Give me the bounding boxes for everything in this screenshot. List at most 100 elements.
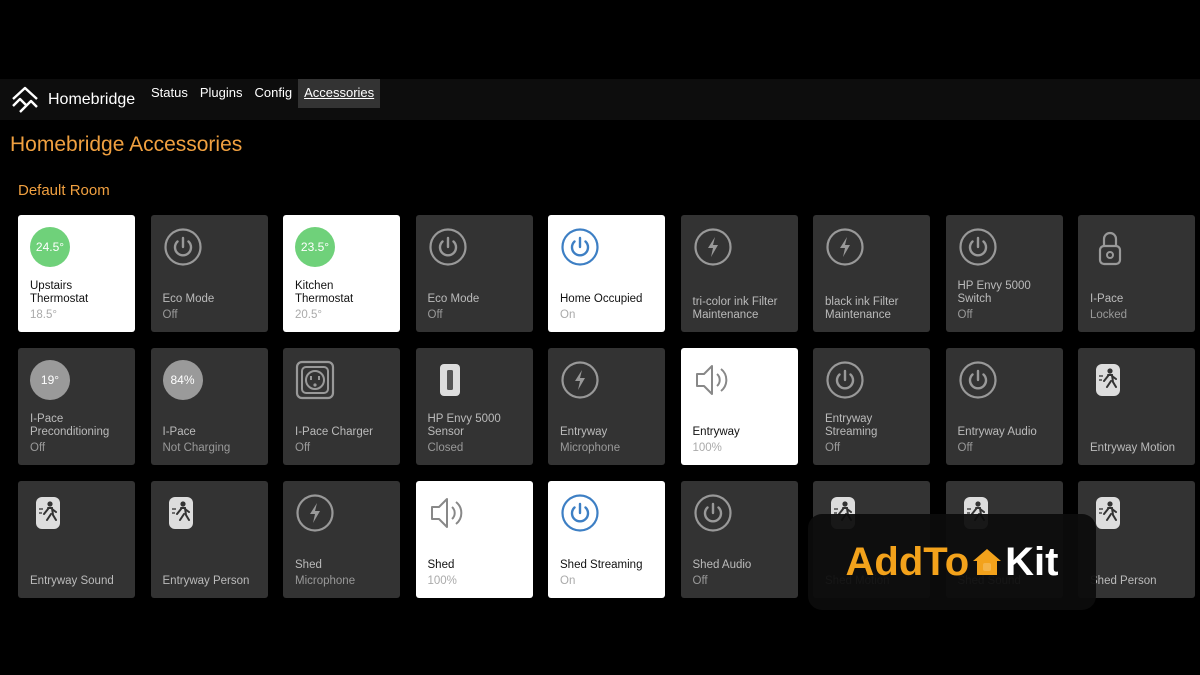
power-icon [560, 227, 600, 267]
tile-text: HP Envy 5000 Sensor Closed [428, 413, 527, 455]
tile-state: Off [692, 575, 708, 587]
tile-name: Entryway Sound [30, 575, 114, 587]
tile-text: I-Pace Preconditioning Off [30, 413, 129, 455]
tile-name: black ink Filter Maintenance [825, 296, 899, 321]
tile-state: Microphone [295, 575, 356, 587]
tile-name: Shed [427, 559, 455, 571]
tile-text: Upstairs Thermostat 18.5° [30, 280, 129, 322]
tile-name: Entryway Streaming [825, 413, 878, 438]
tile-state: 100% [692, 442, 722, 454]
bolt-icon [825, 227, 865, 267]
accessory-tile[interactable]: Entryway Microphone [548, 348, 665, 465]
accessory-tile[interactable]: black ink Filter Maintenance [813, 215, 930, 332]
motion-icon [1090, 360, 1130, 400]
accessory-tile[interactable]: Entryway Person [150, 481, 268, 598]
tile-state: Not Charging [162, 442, 231, 454]
contact-sensor-icon [428, 360, 468, 400]
nav-config[interactable]: Config [249, 79, 299, 108]
tile-name: Entryway Audio [957, 426, 1037, 438]
tile-text: Home Occupied On [560, 293, 659, 322]
accessory-tile[interactable]: 23.5° Kitchen Thermostat 20.5° [283, 215, 400, 332]
tile-text: Eco Mode Off [163, 293, 262, 322]
accessory-tile[interactable]: Shed 100% [415, 481, 533, 598]
house-icon [973, 549, 1002, 575]
nav-links: Status Plugins Config Accessories [145, 79, 381, 120]
thermostat-badge: 23.5° [295, 227, 335, 267]
tile-state: Off [30, 442, 46, 454]
tile-name: Shed Streaming [560, 559, 643, 571]
tile-text: tri-color ink Filter Maintenance [693, 296, 792, 322]
accessory-tile[interactable]: Entryway Motion [1078, 348, 1195, 465]
tile-text: Entryway 100% [693, 426, 792, 455]
tile-name: Eco Mode [427, 293, 480, 305]
top-navbar: Homebridge Status Plugins Config Accesso… [0, 79, 1200, 120]
nav-status[interactable]: Status [145, 79, 194, 108]
tile-state: Off [957, 442, 973, 454]
homebridge-logo-icon [12, 86, 38, 113]
accessory-tile[interactable]: Home Occupied On [548, 215, 665, 332]
accessory-tile[interactable]: HP Envy 5000 Switch Off [945, 215, 1063, 332]
tile-name: Kitchen Thermostat [295, 280, 354, 305]
nav-plugins[interactable]: Plugins [194, 79, 249, 108]
accessory-tile[interactable]: I-Pace Locked [1078, 215, 1195, 332]
tile-name: Home Occupied [560, 293, 643, 305]
motion-icon [163, 493, 203, 533]
temperature-badge: 19° [30, 360, 70, 400]
tile-state: Off [957, 309, 973, 321]
tile-state: Microphone [560, 442, 621, 454]
tile-text: HP Envy 5000 Switch Off [958, 280, 1057, 322]
tile-text: Shed Audio Off [693, 559, 792, 588]
accessory-tile[interactable]: HP Envy 5000 Sensor Closed [415, 348, 533, 465]
nav-accessories[interactable]: Accessories [298, 79, 381, 108]
accessory-tile[interactable]: Entryway 100% [680, 348, 798, 465]
tile-state: Off [162, 309, 178, 321]
accessory-tile[interactable]: Entryway Streaming Off [813, 348, 930, 465]
tile-text: Entryway Sound [30, 575, 129, 588]
tile-name: Upstairs Thermostat [30, 280, 89, 305]
tile-name: I-Pace [1090, 293, 1124, 305]
accessory-tile[interactable]: 24.5° Upstairs Thermostat 18.5° [18, 215, 135, 332]
tile-state: Off [825, 442, 841, 454]
accessory-tile[interactable]: Shed Microphone [283, 481, 400, 598]
accessory-tile[interactable]: Shed Streaming On [548, 481, 665, 598]
accessory-tile[interactable]: I-Pace Charger Off [283, 348, 400, 465]
lock-icon [1090, 227, 1130, 267]
tile-text: black ink Filter Maintenance [825, 296, 924, 322]
accessory-tile[interactable]: Shed Audio Off [680, 481, 798, 598]
tile-text: Entryway Person [163, 575, 262, 588]
bolt-icon [693, 227, 733, 267]
accessory-tile[interactable]: tri-color ink Filter Maintenance [680, 215, 798, 332]
tile-state: On [560, 309, 576, 321]
tile-name: Shed Person [1090, 575, 1157, 587]
tile-name: I-Pace [162, 426, 196, 438]
brand-name: Homebridge [48, 90, 136, 108]
tile-name: I-Pace Charger [295, 426, 373, 438]
tile-name: HP Envy 5000 Sensor [427, 413, 501, 438]
tile-state: 18.5° [30, 309, 57, 321]
tile-name: Entryway [560, 426, 608, 438]
tile-name: I-Pace Preconditioning [30, 413, 110, 438]
accessory-tile[interactable]: Eco Mode Off [150, 215, 268, 332]
tile-name: Entryway Motion [1090, 442, 1176, 454]
accessory-tile[interactable]: 19° I-Pace Preconditioning Off [18, 348, 135, 465]
tile-text: Kitchen Thermostat 20.5° [295, 280, 394, 322]
accessory-tile[interactable]: Eco Mode Off [415, 215, 533, 332]
tile-name: HP Envy 5000 Switch [957, 280, 1031, 305]
watermark-text-1: AddTo [845, 540, 970, 584]
brand[interactable]: Homebridge [10, 79, 135, 120]
tile-state: Off [427, 309, 443, 321]
tile-state: On [560, 575, 576, 587]
tile-text: I-Pace Locked [1090, 293, 1189, 322]
tile-name: Entryway [692, 426, 740, 438]
accessory-tile[interactable]: Entryway Sound [18, 481, 135, 598]
power-icon [163, 227, 203, 267]
tile-text: Entryway Streaming Off [825, 413, 924, 455]
tile-text: Eco Mode Off [428, 293, 527, 322]
tile-state: Off [295, 442, 311, 454]
motion-icon [30, 493, 70, 533]
speaker-icon [428, 493, 468, 533]
accessory-tile[interactable]: Entryway Audio Off [945, 348, 1063, 465]
tile-state: 20.5° [295, 309, 322, 321]
accessory-tile[interactable]: 84% I-Pace Not Charging [150, 348, 268, 465]
speaker-icon [693, 360, 733, 400]
